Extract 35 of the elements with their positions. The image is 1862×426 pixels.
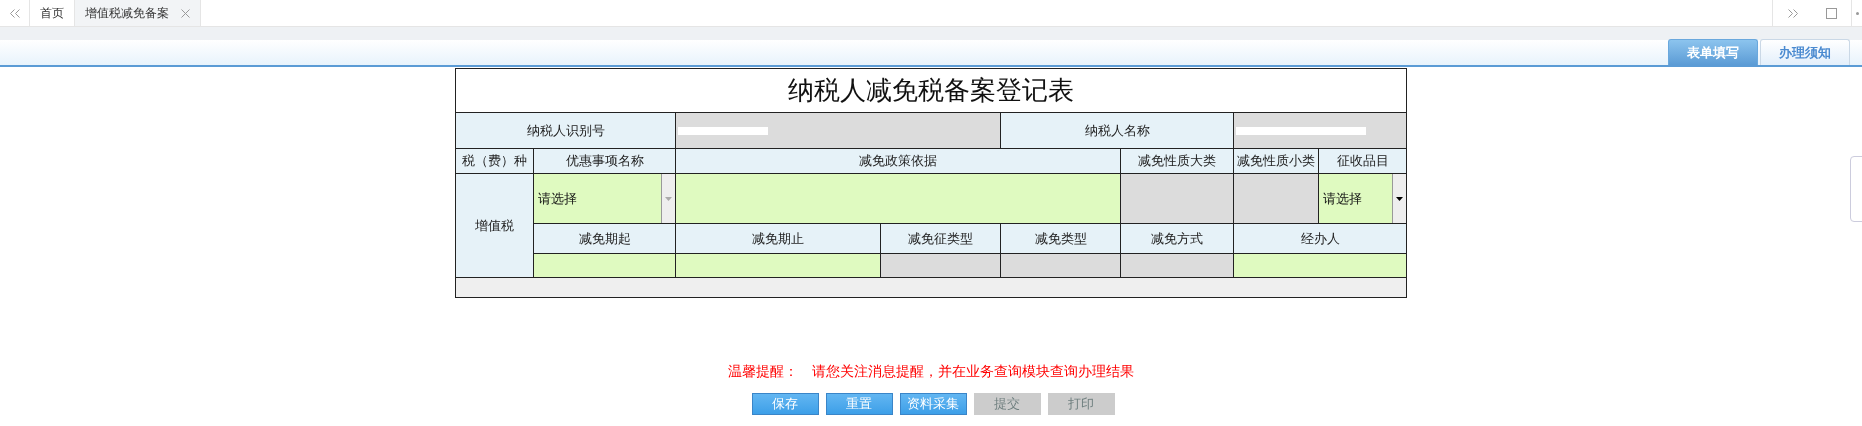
- select-field[interactable]: 请选择: [1319, 174, 1406, 223]
- caret-icon: [665, 196, 672, 201]
- field-label: 纳税人名称: [1000, 112, 1234, 149]
- column-header: 减免方式: [1120, 223, 1234, 254]
- form-tab[interactable]: 办理须知: [1760, 39, 1850, 65]
- form-title: 纳税人减免税备案登记表: [455, 68, 1407, 113]
- handler-input[interactable]: [1233, 253, 1407, 278]
- reminder-text: 请您关注消息提醒，并在业务查询模块查询办理结果: [812, 362, 1134, 381]
- column-header: 减免征类型: [880, 223, 1001, 254]
- action-button[interactable]: 重置: [825, 393, 893, 415]
- column-header: 经办人: [1233, 223, 1407, 254]
- column-header: 税（费）种: [455, 148, 534, 174]
- field-label: 纳税人识别号: [455, 112, 676, 149]
- column-header: 减免期起: [533, 223, 676, 254]
- date-input[interactable]: [675, 253, 881, 278]
- policy-input[interactable]: [675, 173, 1121, 224]
- column-header: 减免期止: [675, 223, 881, 254]
- action-button[interactable]: 资料采集: [899, 393, 967, 415]
- column-header: 减免政策依据: [675, 148, 1121, 174]
- maximize-icon[interactable]: [1826, 7, 1837, 19]
- double-chevron-right-icon[interactable]: [1787, 8, 1798, 18]
- column-header: 减免性质大类: [1120, 148, 1234, 174]
- caret-icon: [1396, 196, 1403, 201]
- column-header: 减免类型: [1000, 223, 1121, 254]
- reminder-label: 温馨提醒：: [728, 362, 798, 381]
- column-header: 减免性质小类: [1233, 148, 1319, 174]
- double-chevron-left-icon[interactable]: [9, 8, 20, 18]
- column-header: 优惠事项名称: [533, 148, 676, 174]
- tax-type-cell: 增值税: [455, 173, 534, 278]
- close-icon[interactable]: [181, 8, 190, 18]
- page-tab[interactable]: 增值税减免备案: [75, 0, 201, 26]
- column-header: 征收品目: [1318, 148, 1407, 174]
- action-button[interactable]: 保存: [751, 393, 819, 415]
- form-tab[interactable]: 表单填写: [1668, 39, 1758, 65]
- date-input[interactable]: [533, 253, 676, 278]
